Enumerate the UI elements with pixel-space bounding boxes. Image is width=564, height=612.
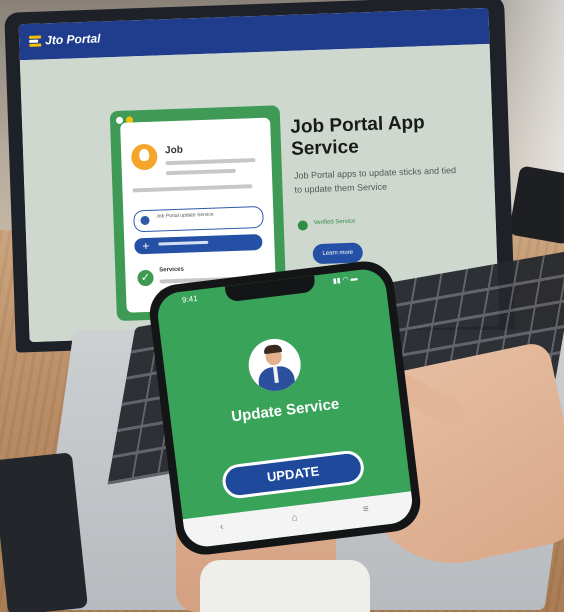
profile-field[interactable]: Job Portal update Service: [133, 205, 264, 233]
text-line: [132, 184, 253, 193]
add-button-label-line: [158, 240, 209, 246]
hero-cta-button[interactable]: Learn more: [312, 242, 364, 265]
status-icons: ▮▮ ◠ ▬: [332, 275, 358, 286]
checkmark-icon: ✓: [137, 269, 154, 287]
verified-icon: [297, 220, 308, 231]
menu-icon[interactable]: ≡: [362, 504, 369, 516]
sweater-sleeve: [200, 560, 370, 612]
hero-subtitle: Job Portal apps to update sticks and tie…: [293, 165, 457, 195]
logo-text: Jto Portal: [44, 31, 101, 48]
text-line: [165, 158, 256, 166]
back-icon[interactable]: ‹: [219, 521, 224, 532]
phone-screen: 9:41 ▮▮ ◠ ▬ Update Service UPDATE ‹ ⌂ ≡: [155, 266, 415, 550]
phone-title: Update Service: [230, 395, 341, 426]
check-label: Services: [159, 266, 185, 274]
home-icon[interactable]: ⌂: [291, 512, 298, 524]
user-icon: [140, 215, 150, 226]
phone-notch: [224, 275, 317, 303]
user-avatar-icon: [130, 143, 158, 171]
add-button[interactable]: +: [134, 233, 263, 255]
plus-icon: +: [142, 238, 150, 254]
verified-text: Verified Service: [313, 218, 356, 227]
update-button[interactable]: UPDATE: [220, 448, 366, 501]
logo-icon: [29, 35, 42, 48]
text-line: [165, 168, 236, 176]
profile-field-text: Job Portal update Service: [156, 211, 214, 220]
smartphone: 9:41 ▮▮ ◠ ▬ Update Service UPDATE ‹ ⌂ ≡: [146, 258, 424, 558]
hero-title: Job Portal App Service: [289, 112, 426, 160]
photo-scene: Jto Portal Job Job Portal update Service: [0, 0, 564, 612]
status-time: 9:41: [181, 293, 199, 305]
profile-card-title: Job: [164, 144, 184, 157]
avatar: [245, 335, 304, 394]
